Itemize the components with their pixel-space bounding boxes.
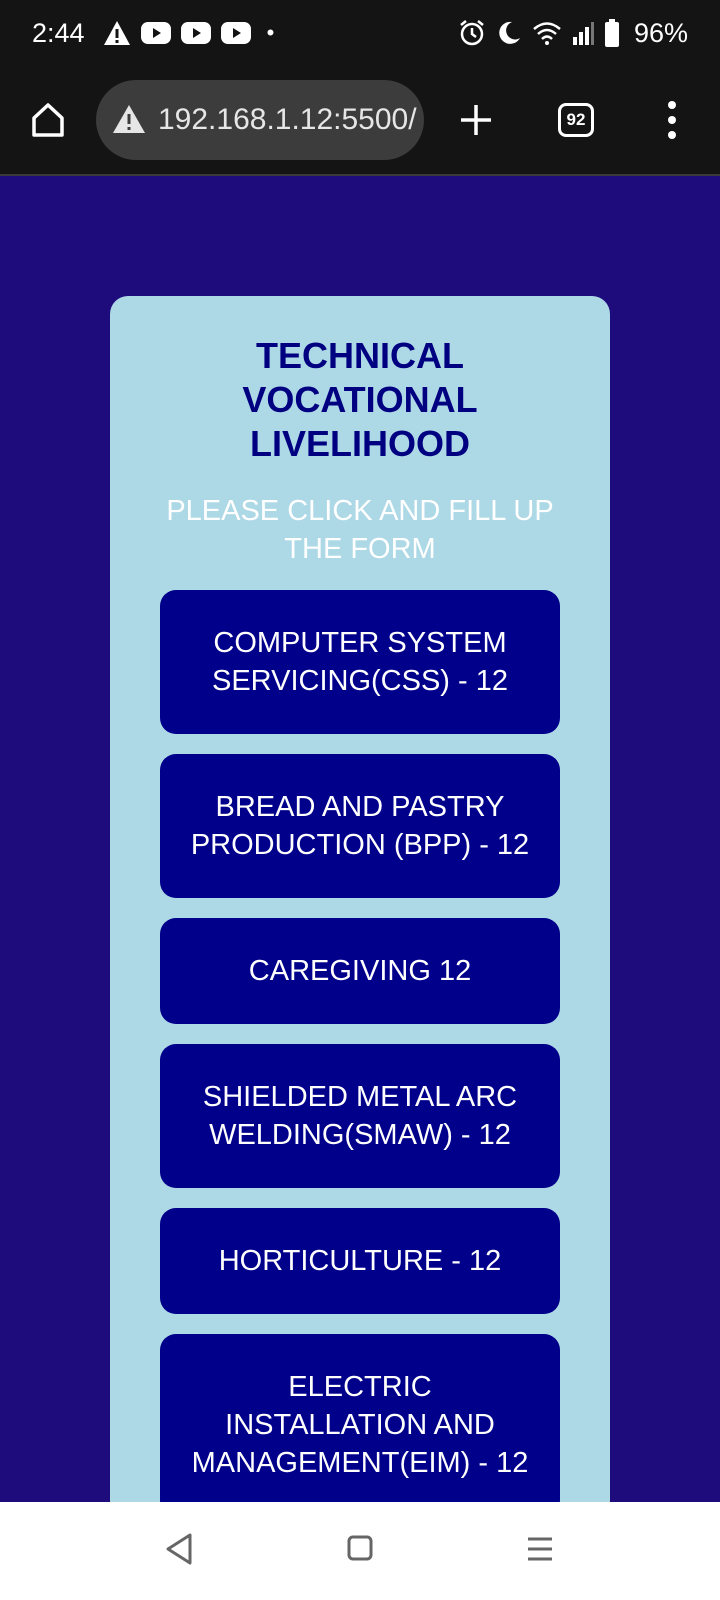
plus-icon[interactable] [456,100,496,140]
course-button-bpp[interactable]: BREAD AND PASTRY PRODUCTION (BPP) - 12 [160,754,560,898]
system-icons: 96% [458,18,688,49]
tabs-icon[interactable]: 92 [558,103,594,137]
navigation-bar [0,1502,720,1600]
home-icon[interactable] [28,100,68,140]
course-button-css[interactable]: COMPUTER SYSTEM SERVICING(CSS) - 12 [160,590,560,734]
notification-icons: • [103,20,275,46]
course-list: COMPUTER SYSTEM SERVICING(CSS) - 12 BREA… [110,590,610,1502]
course-button-smaw[interactable]: SHIELDED METAL ARC WELDING(SMAW) - 12 [160,1044,560,1188]
wifi-icon [532,21,562,45]
battery-percentage: 96% [633,17,688,48]
back-icon[interactable] [164,1532,194,1571]
url-text[interactable]: 192.168.1.12:5500/ [158,103,417,137]
url-bar[interactable]: 192.168.1.12:5500/ [96,80,424,160]
recents-icon[interactable] [526,1536,554,1567]
youtube-icon [220,22,251,44]
warning-icon[interactable] [112,103,146,137]
course-button-caregiving[interactable]: CAREGIVING 12 [160,918,560,1024]
course-button-eim[interactable]: ELECTRIC INSTALLATION AND MANAGEMENT(EIM… [160,1334,560,1502]
battery-icon [604,19,620,47]
warning-icon [103,20,131,46]
moon-icon [496,20,522,46]
youtube-icon [180,22,211,44]
dot-icon: • [266,20,275,45]
home-square-icon[interactable] [346,1534,374,1567]
alarm-icon [458,19,486,47]
status-bar: 2:44 • 96% [0,0,720,66]
page-title: TECHNICAL VOCATIONAL LIVELIHOOD [242,335,478,464]
status-time: 2:44 [32,17,85,48]
course-card: TECHNICAL VOCATIONAL LIVELIHOOD PLEASE C… [110,296,610,1502]
course-button-horticulture[interactable]: HORTICULTURE - 12 [160,1208,560,1314]
page-content: TECHNICAL VOCATIONAL LIVELIHOOD PLEASE C… [0,176,720,1502]
youtube-icon [140,22,171,44]
menu-dots-icon[interactable] [662,98,682,142]
page-subtitle: PLEASE CLICK AND FILL UP THE FORM [166,495,554,565]
signal-icon [572,21,594,45]
browser-toolbar: 192.168.1.12:5500/ 92 [0,66,720,176]
